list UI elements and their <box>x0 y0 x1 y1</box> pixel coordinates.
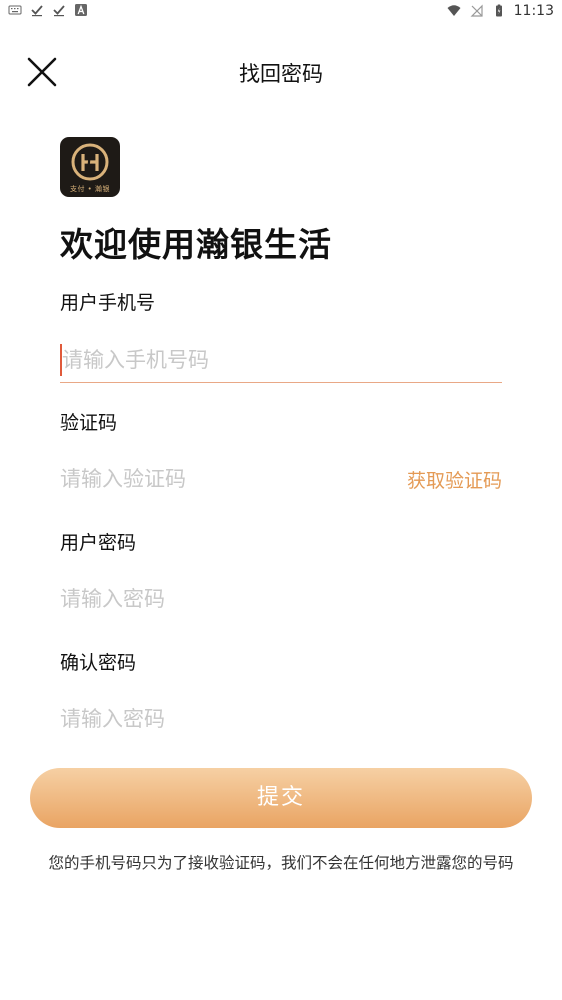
confirm-password-label: 确认密码 <box>60 652 137 674</box>
phone-label: 用户手机号 <box>60 292 156 314</box>
status-right-icons: 11:13 <box>446 3 554 19</box>
keyboard-icon <box>8 5 22 15</box>
submit-button[interactable]: 提交 <box>30 768 532 828</box>
status-bar: 11:13 <box>0 0 562 24</box>
app-logo: 支付 • 瀚银 <box>60 137 120 197</box>
get-code-button[interactable]: 获取验证码 <box>407 466 502 493</box>
password-field <box>60 577 502 621</box>
wifi-icon <box>447 5 461 16</box>
text-cursor <box>60 344 62 376</box>
logo-subtitle: 支付 • 瀚银 <box>69 185 111 193</box>
battery-icon <box>495 4 502 17</box>
check-icon <box>31 5 43 17</box>
phone-field <box>60 338 504 383</box>
a-icon <box>75 4 87 16</box>
header: 找回密码 <box>0 44 562 100</box>
page-title: 找回密码 <box>239 62 323 86</box>
privacy-notice: 您的手机号码只为了接收验证码，我们不会在任何地方泄露您的号码 <box>48 854 514 872</box>
code-field: 获取验证码 <box>60 457 502 501</box>
no-signal-icon <box>470 4 483 17</box>
confirm-password-field <box>60 697 502 741</box>
code-label: 验证码 <box>60 412 118 434</box>
welcome-heading: 欢迎使用瀚银生活 <box>60 225 332 264</box>
status-left-icons <box>8 3 88 17</box>
code-input[interactable] <box>60 457 360 501</box>
phone-input[interactable] <box>60 338 504 382</box>
confirm-password-input[interactable] <box>60 697 502 741</box>
check-icon <box>53 5 65 17</box>
status-time: 11:13 <box>513 3 554 19</box>
password-label: 用户密码 <box>60 532 137 554</box>
password-input[interactable] <box>60 577 502 621</box>
